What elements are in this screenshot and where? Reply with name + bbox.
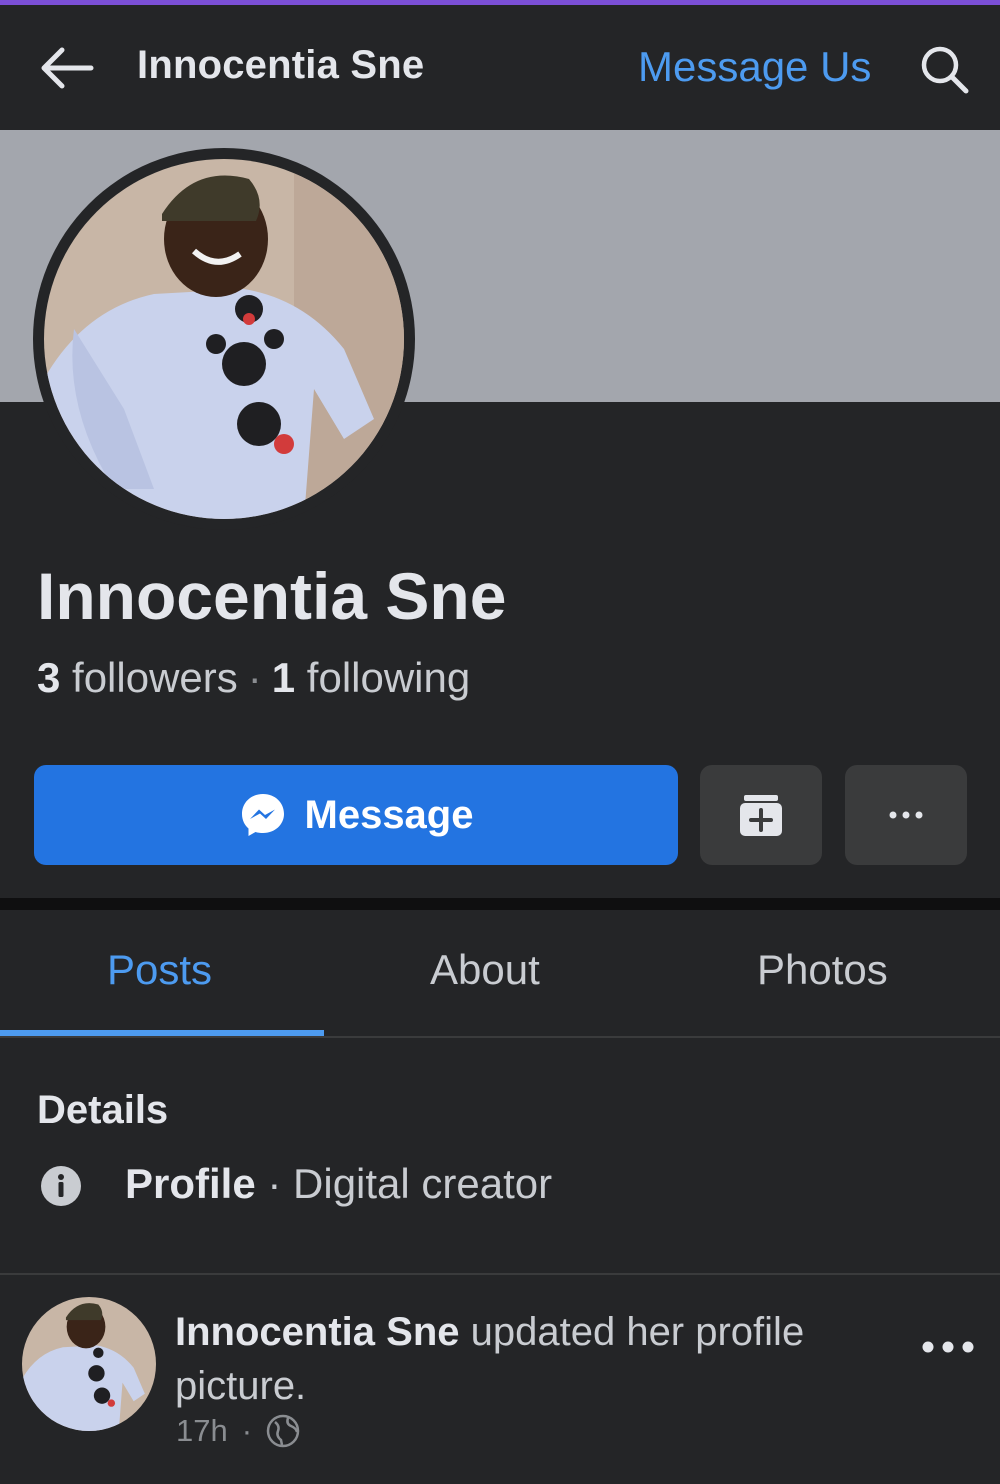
profile-photo-image [44, 159, 404, 519]
post-avatar-image [22, 1297, 156, 1431]
more-options-button[interactable] [845, 765, 967, 865]
section-divider [0, 898, 1000, 910]
message-button-label: Message [304, 792, 474, 837]
save-button[interactable] [700, 765, 822, 865]
stats-separator: · [247, 654, 262, 701]
followers-link[interactable]: 3 followers [37, 654, 238, 701]
profile-name: Innocentia Sne [37, 559, 507, 633]
save-bookmark-icon [740, 795, 782, 836]
details-divider [0, 1273, 1000, 1275]
messenger-icon [241, 794, 284, 836]
tab-posts[interactable]: Posts [107, 946, 212, 994]
more-icon [922, 1341, 974, 1353]
tabs-divider [0, 1036, 1000, 1038]
search-icon [921, 46, 969, 94]
post-author-name[interactable]: Innocentia Sne [175, 1310, 460, 1354]
detail-separator: · [255, 1160, 294, 1207]
profile-picture[interactable] [44, 159, 404, 519]
post-headline: Innocentia Sne updated her profile pictu… [175, 1305, 895, 1413]
profile-tabs: Posts About Photos [0, 910, 1000, 1038]
post-meta-separator: · [241, 1413, 253, 1448]
following-count: 1 [271, 654, 296, 701]
header-title: Innocentia Sne [137, 43, 425, 87]
detail-category-value: Digital creator [293, 1160, 553, 1207]
detail-category-label: Profile [125, 1160, 256, 1207]
followers-count: 3 [37, 654, 61, 701]
message-us-link[interactable]: Message Us [638, 43, 871, 91]
follow-stats: 3 followers · 1 following [37, 654, 470, 702]
message-button[interactable]: Message [34, 765, 678, 865]
more-icon [889, 811, 923, 819]
post-meta: 17h · [176, 1413, 300, 1449]
arrow-left-icon [41, 47, 94, 89]
globe-icon [266, 1414, 300, 1448]
search-button[interactable] [918, 43, 974, 99]
post-timestamp[interactable]: 17h [176, 1413, 228, 1449]
back-button[interactable] [36, 43, 96, 93]
post-author-avatar[interactable] [22, 1297, 156, 1431]
followers-label: followers [72, 654, 238, 701]
detail-category: Profile · Digital creator [125, 1160, 552, 1208]
info-icon [40, 1165, 82, 1207]
following-label: following [306, 654, 471, 701]
details-heading: Details [37, 1088, 169, 1132]
tab-photos[interactable]: Photos [757, 946, 888, 994]
tab-about[interactable]: About [430, 946, 540, 994]
post-more-button[interactable] [918, 1330, 978, 1364]
app-header: Innocentia Sne Message Us [0, 5, 1000, 130]
following-link[interactable]: 1 following [272, 654, 470, 701]
